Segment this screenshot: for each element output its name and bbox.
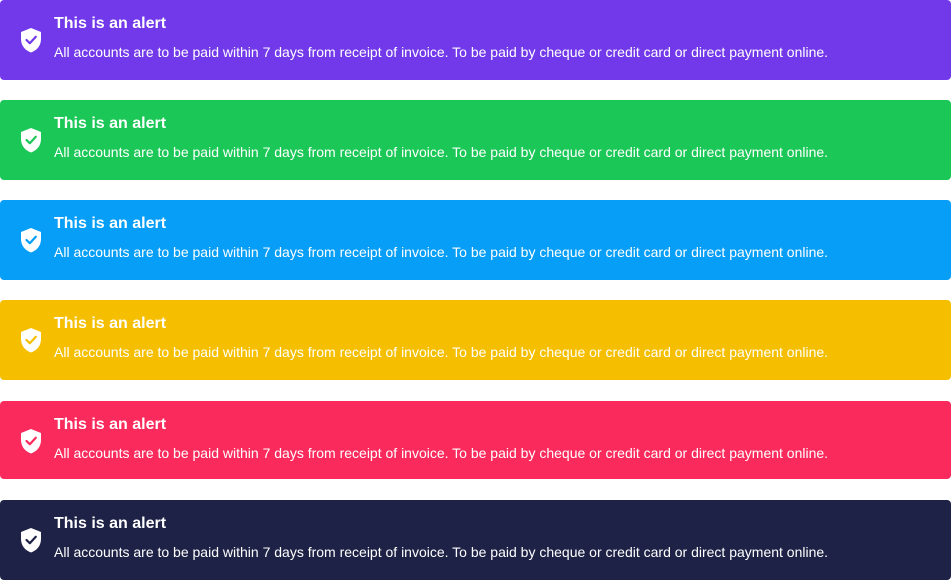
alert-green: This is an alert All accounts are to be … (0, 100, 951, 180)
alert-message: All accounts are to be paid within 7 day… (54, 344, 829, 360)
shield-check-icon (19, 227, 43, 253)
alert-title: This is an alert (54, 315, 167, 332)
alert-list: This is an alert All accounts are to be … (0, 0, 951, 580)
shield-check-icon (19, 428, 43, 454)
shield-check-icon (19, 127, 43, 153)
alert-title: This is an alert (54, 416, 167, 433)
alert-title: This is an alert (54, 115, 167, 132)
alert-title: This is an alert (54, 515, 167, 532)
shield-check-icon (19, 27, 43, 53)
alert-title: This is an alert (54, 215, 167, 232)
alert-purple: This is an alert All accounts are to be … (0, 0, 951, 80)
shield-check-icon (19, 527, 43, 553)
alert-red: This is an alert All accounts are to be … (0, 401, 951, 479)
alert-yellow: This is an alert All accounts are to be … (0, 300, 951, 380)
alert-blue: This is an alert All accounts are to be … (0, 200, 951, 280)
alert-title: This is an alert (54, 15, 167, 32)
shield-check-icon (19, 327, 43, 353)
alert-message: All accounts are to be paid within 7 day… (54, 544, 829, 560)
alert-message: All accounts are to be paid within 7 day… (54, 445, 829, 461)
alert-message: All accounts are to be paid within 7 day… (54, 144, 829, 160)
alert-message: All accounts are to be paid within 7 day… (54, 44, 829, 60)
alert-dark: This is an alert All accounts are to be … (0, 500, 951, 580)
alert-message: All accounts are to be paid within 7 day… (54, 244, 829, 260)
